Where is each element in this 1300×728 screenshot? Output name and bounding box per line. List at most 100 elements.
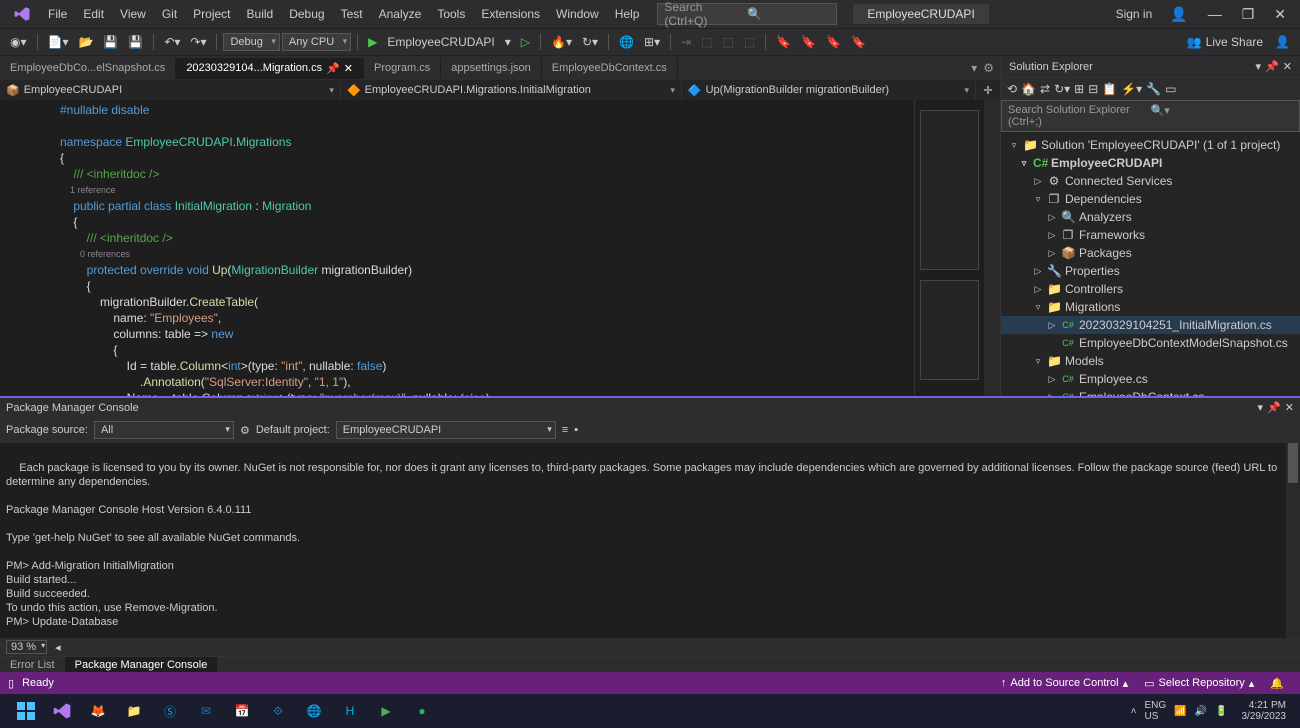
menu-extensions[interactable]: Extensions [473, 3, 548, 25]
refresh-icon[interactable]: ↻▾ [578, 33, 602, 51]
user-icon[interactable]: 👤 [1160, 6, 1197, 23]
taskbar-mail-icon[interactable]: ✉ [192, 697, 220, 725]
taskbar-vs-icon[interactable] [48, 697, 76, 725]
tree-item[interactable]: ▷📁Controllers [1001, 280, 1300, 298]
pmc-gear-icon[interactable]: ⚙ [240, 424, 250, 437]
bookmark3-icon[interactable]: 🔖 [822, 33, 845, 51]
tabs-overflow-icon[interactable]: ▾ [971, 61, 977, 75]
tree-item[interactable]: ▷⚙Connected Services [1001, 172, 1300, 190]
tree-item[interactable]: ▷📦Packages [1001, 244, 1300, 262]
menu-analyze[interactable]: Analyze [371, 3, 430, 25]
taskbar-skype-icon[interactable]: Ⓢ [156, 697, 184, 725]
pmc-output[interactable]: Each package is licensed to you by its o… [0, 443, 1300, 638]
save-all-button[interactable]: 💾 [124, 33, 147, 51]
pmc-project-dropdown[interactable]: EmployeeCRUDAPI [336, 421, 556, 439]
tree-item[interactable]: ▷🔍Analyzers [1001, 208, 1300, 226]
window-icon[interactable]: ⊞▾ [640, 33, 664, 51]
taskbar-explorer-icon[interactable]: 📁 [120, 697, 148, 725]
tree-item[interactable]: ▷🔧Properties [1001, 262, 1300, 280]
sol-close-icon[interactable]: ✕ [1283, 60, 1292, 73]
nav-split-icon[interactable]: ✛ [976, 84, 1000, 97]
vs-logo-icon[interactable] [12, 4, 32, 24]
sol-preview-icon[interactable]: ▭ [1165, 82, 1176, 96]
start-without-debug[interactable]: ▷ [517, 33, 534, 51]
notifications-icon[interactable]: 🔔 [1262, 677, 1292, 690]
taskbar-firefox-icon[interactable]: 🦊 [84, 697, 112, 725]
sol-filter-icon[interactable]: ⊞ [1074, 82, 1084, 96]
pmc-pin-icon[interactable]: 📌 [1267, 401, 1281, 414]
menu-file[interactable]: File [40, 3, 75, 25]
redo-button[interactable]: ↷▾ [186, 33, 210, 51]
tree-item[interactable]: ▷C#20230329104251_InitialMigration.cs [1001, 316, 1300, 334]
sol-sync-icon[interactable]: ⇄ [1040, 82, 1050, 96]
pmc-dropdown-icon[interactable]: ▾ [1258, 401, 1264, 414]
config-dropdown[interactable]: Debug [223, 33, 279, 51]
save-button[interactable]: 💾 [99, 33, 122, 51]
bookmark4-icon[interactable]: 🔖 [847, 33, 870, 51]
tray-wifi-icon[interactable]: 📶 [1174, 706, 1186, 717]
liveshare-button[interactable]: 👥 Live Share [1181, 35, 1269, 49]
tab-close-icon[interactable]: ✕ [344, 62, 353, 75]
sol-dropdown-icon[interactable]: ▾ [1256, 60, 1262, 73]
menu-test[interactable]: Test [333, 3, 371, 25]
menu-git[interactable]: Git [154, 3, 185, 25]
taskbar-app2-icon[interactable]: ▶ [372, 697, 400, 725]
pmc-source-dropdown[interactable]: All [94, 421, 234, 439]
nav-class[interactable]: 🔶 EmployeeCRUDAPI.Migrations.InitialMigr… [341, 82, 682, 99]
menu-tools[interactable]: Tools [429, 3, 473, 25]
sol-pin-icon[interactable]: 📌 [1265, 60, 1279, 73]
tree-item[interactable]: ▷C#EmployeeDbContext.cs [1001, 388, 1300, 396]
pmc-indent-icon[interactable]: ≡ [562, 424, 568, 436]
tree-item[interactable]: ▷❐Frameworks [1001, 226, 1300, 244]
menu-window[interactable]: Window [548, 3, 607, 25]
tabs-gear-icon[interactable]: ⚙ [983, 61, 994, 75]
menu-edit[interactable]: Edit [75, 3, 112, 25]
nav-method[interactable]: 🔷 Up(MigrationBuilder migrationBuilder) [682, 82, 976, 99]
step3-icon[interactable]: ⬚ [719, 33, 738, 51]
tree-item[interactable]: ▿📁Models [1001, 352, 1300, 370]
pmc-clear-icon[interactable]: ▪ [574, 424, 578, 436]
step2-icon[interactable]: ⬚ [697, 33, 716, 51]
menu-project[interactable]: Project [185, 3, 238, 25]
browser-icon[interactable]: 🌐 [615, 33, 638, 51]
tree-item[interactable]: C#EmployeeDbContextModelSnapshot.cs [1001, 334, 1300, 352]
file-tab[interactable]: Program.cs [364, 58, 441, 78]
sol-view-icon[interactable]: ⚡▾ [1121, 82, 1142, 96]
select-repo[interactable]: ▭ Select Repository ▴ [1136, 677, 1262, 690]
file-tab[interactable]: appsettings.json [441, 58, 542, 78]
tray-battery-icon[interactable]: 🔋 [1215, 706, 1227, 717]
sol-show-all-icon[interactable]: 📋 [1102, 82, 1117, 96]
start-button[interactable]: ▶ [364, 33, 381, 51]
tray-lang[interactable]: ENGUS [1144, 700, 1166, 722]
menu-build[interactable]: Build [239, 3, 282, 25]
sol-props-icon[interactable]: 🔧 [1146, 82, 1161, 96]
file-tab[interactable]: 20230329104...Migration.cs 📌 ✕ [176, 58, 364, 79]
feedback-icon[interactable]: 👤 [1271, 33, 1294, 51]
maximize-button[interactable]: ❐ [1232, 6, 1265, 23]
file-tab[interactable]: EmployeeDbCo...elSnapshot.cs [0, 58, 176, 78]
start-label[interactable]: EmployeeCRUDAPI [383, 35, 498, 49]
bookmark2-icon[interactable]: 🔖 [797, 33, 820, 51]
tree-item[interactable]: ▿📁Migrations [1001, 298, 1300, 316]
taskbar-spotify-icon[interactable]: ● [408, 697, 436, 725]
close-button[interactable]: ✕ [1264, 6, 1296, 23]
tray-chevron-icon[interactable]: ˄ [1131, 706, 1137, 717]
tree-item[interactable]: ▷C#Employee.cs [1001, 370, 1300, 388]
open-button[interactable]: 📂 [74, 33, 97, 51]
sol-refresh-icon[interactable]: ↻▾ [1054, 82, 1070, 96]
sol-collapse-icon[interactable]: ⊟ [1088, 82, 1098, 96]
undo-button[interactable]: ↶▾ [160, 33, 184, 51]
taskbar-chrome-icon[interactable]: 🌐 [300, 697, 328, 725]
minimap[interactable] [914, 100, 984, 396]
back-button[interactable]: ◉▾ [6, 33, 31, 51]
tray-clock[interactable]: 4:21 PM 3/29/2023 [1236, 700, 1293, 722]
vertical-scrollbar[interactable] [984, 100, 1000, 396]
tray-volume-icon[interactable]: 🔊 [1195, 706, 1207, 717]
menu-help[interactable]: Help [607, 3, 648, 25]
nav-project[interactable]: 📦 EmployeeCRUDAPI [0, 82, 341, 99]
menu-debug[interactable]: Debug [281, 3, 332, 25]
pmc-close-icon[interactable]: ✕ [1285, 401, 1294, 414]
step-icon[interactable]: ⇥ [677, 33, 695, 51]
signin-link[interactable]: Sign in [1108, 7, 1161, 21]
bookmark-icon[interactable]: 🔖 [772, 33, 795, 51]
